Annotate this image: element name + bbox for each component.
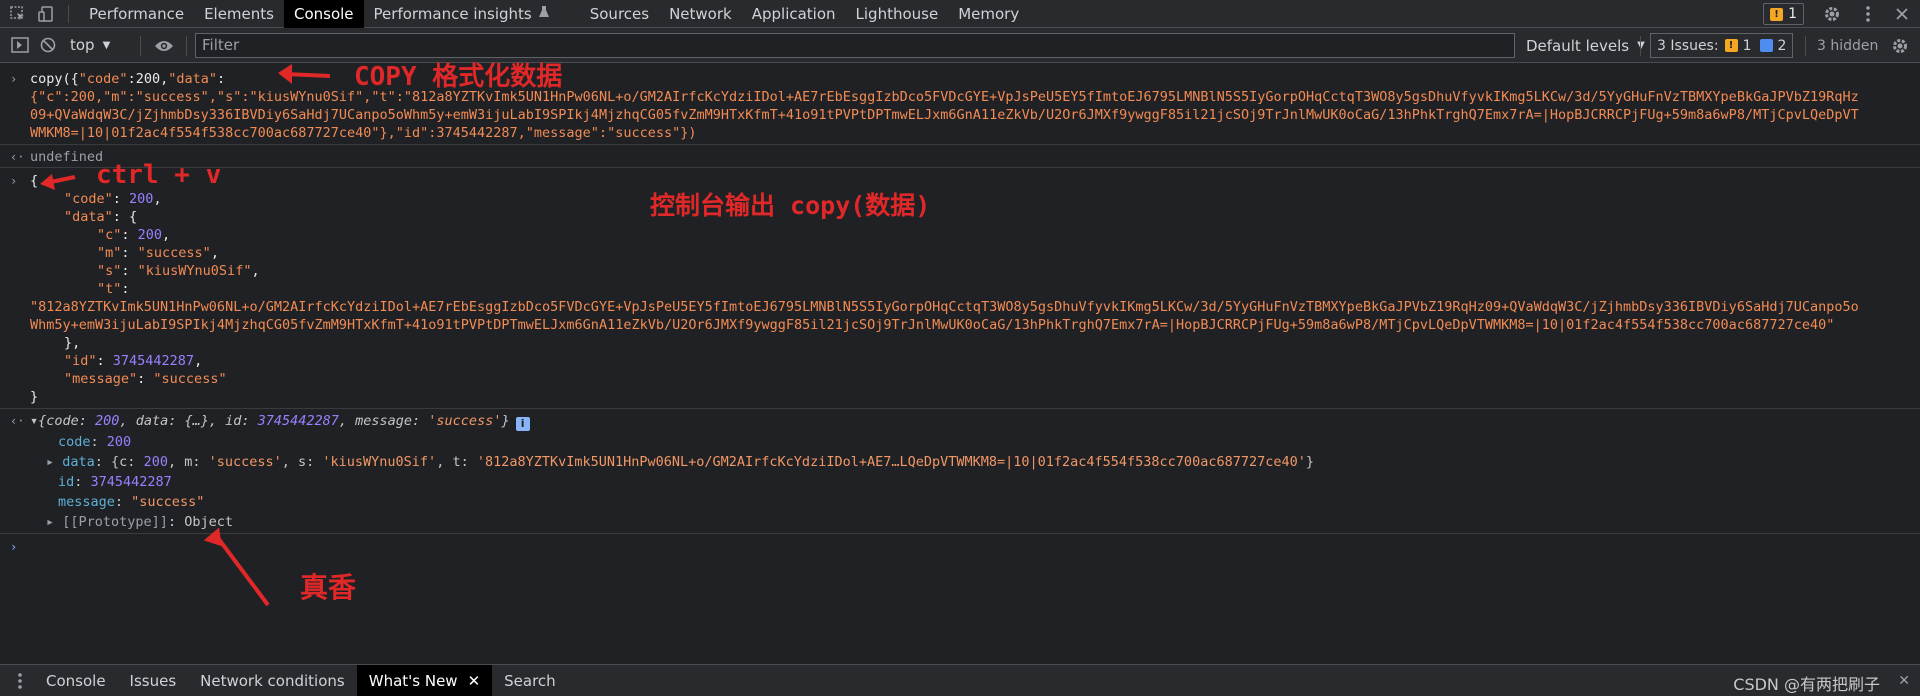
drawer-menu-icon[interactable]	[6, 667, 34, 695]
drawer-tab-label: What's New	[368, 671, 458, 690]
close-tab-icon[interactable]: ✕	[468, 672, 481, 690]
annotation-copy: COPY 格式化数据	[354, 62, 563, 92]
drawer-tab-whats-new[interactable]: What's New ✕	[356, 665, 493, 696]
annotation-paste: ctrl + v	[96, 160, 222, 190]
annotation-arrows	[40, 64, 331, 607]
annotation-output: 控制台输出 copy(数据)	[650, 191, 931, 220]
annotation-good: 真香	[300, 571, 357, 604]
drawer-tab-console[interactable]: Console	[34, 665, 118, 696]
drawer-tab-issues[interactable]: Issues	[118, 665, 189, 696]
close-drawer-icon[interactable]: ✕	[1898, 673, 1910, 689]
arrow-paste-head	[40, 174, 55, 190]
arrow-good	[216, 536, 270, 607]
watermark: CSDN @有两把刷子	[1733, 675, 1880, 694]
drawer-tab-network-conditions[interactable]: Network conditions	[188, 665, 357, 696]
drawer-tab-search[interactable]: Search	[492, 665, 568, 696]
drawer-tab-bar: Console Issues Network conditions What's…	[0, 664, 1920, 696]
arrow-copy-head	[278, 64, 292, 84]
